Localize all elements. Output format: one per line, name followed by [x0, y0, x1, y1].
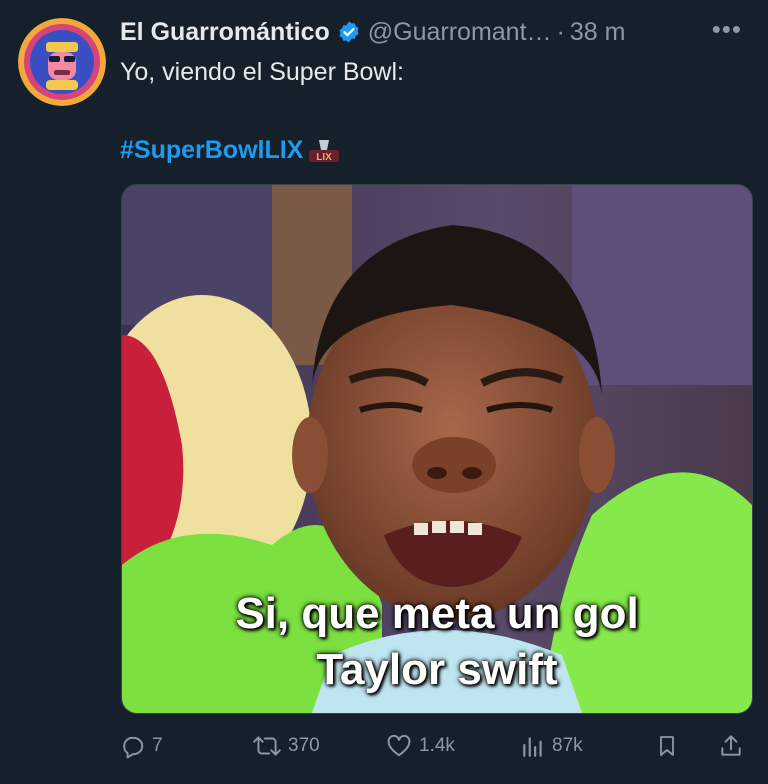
- tweet-header: El Guarromántico @Guarromant… · 38 m •••: [120, 14, 756, 50]
- meme-caption-line-1: Si, que meta un gol: [235, 589, 639, 638]
- like-count: 1.4k: [419, 735, 455, 756]
- bookmark-icon: [660, 736, 674, 756]
- views-chart-icon: [523, 737, 542, 757]
- tweet-actions: 7 370 1.4k 87k: [120, 728, 750, 764]
- reply-icon: [123, 736, 144, 759]
- views-count: 87k: [552, 735, 583, 756]
- bookmark-button[interactable]: [655, 728, 685, 764]
- share-button[interactable]: [718, 728, 750, 764]
- author-handle[interactable]: @Guarromant…: [368, 18, 552, 47]
- author-name[interactable]: El Guarromántico: [120, 18, 330, 47]
- retweet-count: 370: [288, 735, 320, 756]
- retweet-button[interactable]: 370: [252, 728, 320, 764]
- share-icon: [721, 735, 741, 756]
- reply-button[interactable]: 7: [120, 728, 163, 764]
- author-avatar[interactable]: [18, 18, 106, 106]
- super-bowl-logo-text: LIX: [317, 152, 333, 163]
- more-options-icon[interactable]: •••: [712, 14, 742, 45]
- super-bowl-logo-icon: LIX: [307, 138, 341, 164]
- separator-dot: ·: [556, 17, 565, 46]
- views-button[interactable]: 87k: [520, 728, 583, 764]
- hashtag-line: #SuperBowlLIX LIX: [120, 136, 341, 165]
- retweet-icon: [253, 736, 281, 756]
- verified-badge-icon: [337, 20, 361, 44]
- heart-icon: [387, 734, 411, 757]
- tweet-text: Yo, viendo el Super Bowl:: [120, 58, 404, 86]
- hashtag-link[interactable]: #SuperBowlLIX: [120, 136, 303, 165]
- reply-count: 7: [152, 735, 163, 756]
- tweet-time[interactable]: 38 m: [570, 18, 626, 47]
- tweet-media[interactable]: Si, que meta un gol Taylor swift: [121, 184, 753, 714]
- avatar-illustration: [18, 18, 106, 106]
- meme-caption-line-2: Taylor swift: [316, 645, 558, 694]
- like-button[interactable]: 1.4k: [385, 728, 455, 764]
